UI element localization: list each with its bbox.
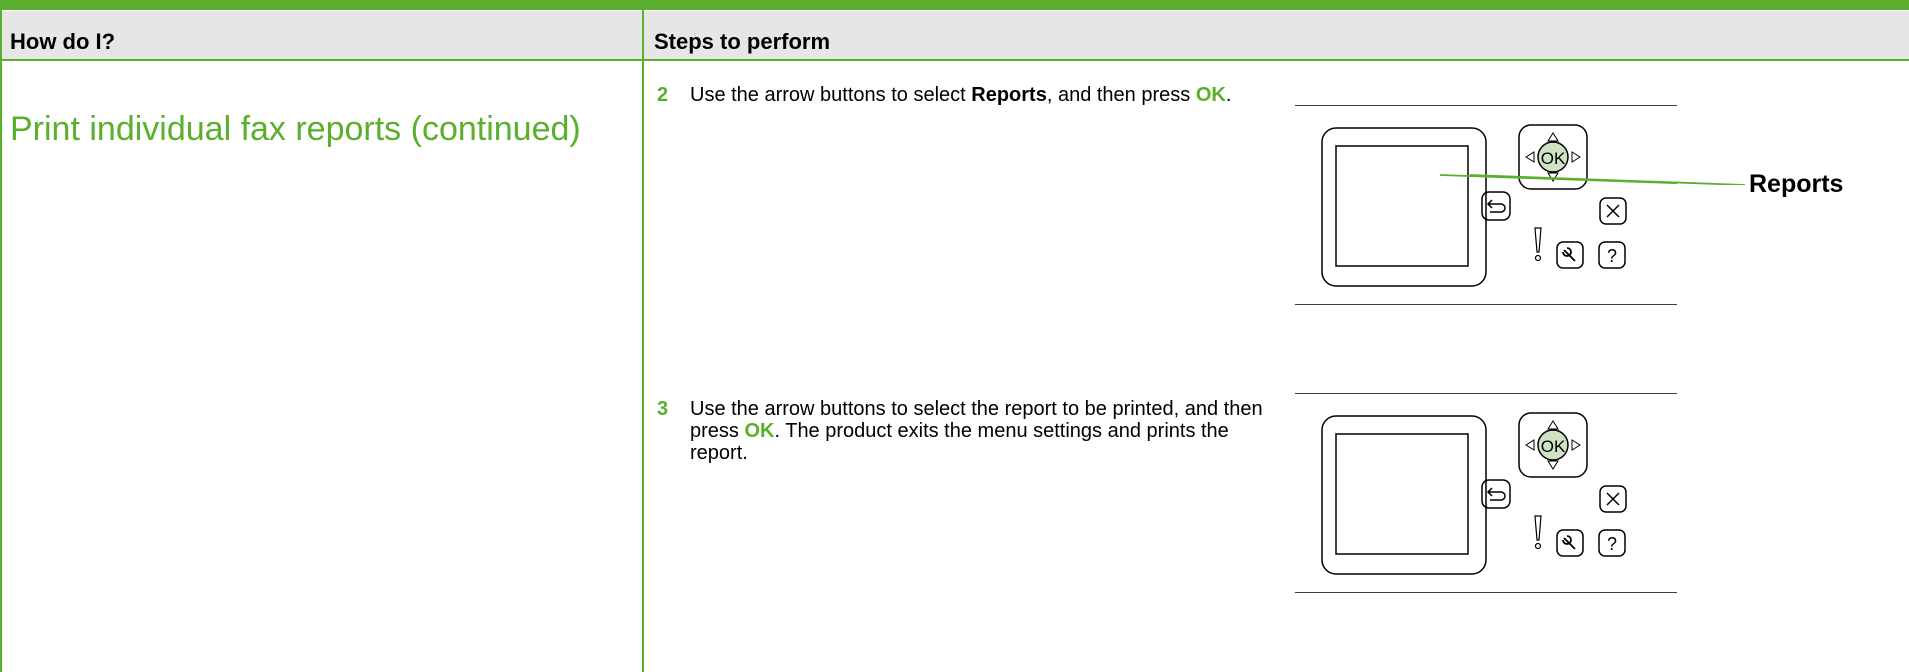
display-bezel <box>1321 415 1487 575</box>
arrow-right-icon <box>1571 151 1581 163</box>
ok-button-reference: OK <box>744 420 775 442</box>
help-icon: ? <box>1598 241 1626 269</box>
arrow-up-icon <box>1547 420 1559 430</box>
display-bezel <box>1321 127 1487 287</box>
column-header-steps: Steps to perform <box>654 29 831 54</box>
callout-line-extension <box>1470 174 1746 185</box>
task-title: Print individual fax reports (continued) <box>10 110 581 148</box>
step-text-part: Use the arrow buttons to select <box>690 84 972 106</box>
step-text: Use the arrow buttons to select Reports,… <box>690 84 1280 106</box>
column-header-how-do-i: How do I? <box>10 29 116 54</box>
cancel-icon <box>1599 485 1627 513</box>
svg-text:?: ? <box>1607 246 1617 266</box>
control-panel-illustration: OK ? <box>1295 105 1677 305</box>
arrow-up-icon <box>1547 132 1559 142</box>
setup-wrench-icon <box>1556 529 1584 557</box>
table-left-border <box>0 10 2 672</box>
step-number: 3 <box>657 398 669 420</box>
step-text-part: . <box>1225 84 1232 106</box>
svg-text:?: ? <box>1607 534 1617 554</box>
step-text: Use the arrow buttons to select the repo… <box>690 398 1280 464</box>
arrow-left-icon <box>1525 439 1535 451</box>
arrow-down-icon <box>1547 460 1559 470</box>
callout-label-reports: Reports <box>1749 170 1844 198</box>
display-screen <box>1335 145 1469 267</box>
display-screen <box>1335 433 1469 555</box>
navigation-pad: OK <box>1518 412 1588 478</box>
arrow-left-icon <box>1525 151 1535 163</box>
control-panel-illustration: OK ? <box>1295 393 1677 593</box>
arrow-right-icon <box>1571 439 1581 451</box>
step-text-part: , and then press <box>1046 84 1196 106</box>
help-icon: ? <box>1598 529 1626 557</box>
ok-button-label: OK <box>1541 437 1566 456</box>
top-accent-bar <box>0 0 1909 10</box>
column-divider <box>642 10 644 672</box>
step-number: 2 <box>657 84 669 106</box>
menu-item-reference: Reports <box>971 84 1047 106</box>
ok-button-reference: OK <box>1195 84 1226 106</box>
attention-icon <box>1534 227 1542 262</box>
attention-icon <box>1534 515 1542 550</box>
cancel-icon <box>1599 197 1627 225</box>
setup-wrench-icon <box>1556 241 1584 269</box>
table-header-row <box>0 11 1909 61</box>
